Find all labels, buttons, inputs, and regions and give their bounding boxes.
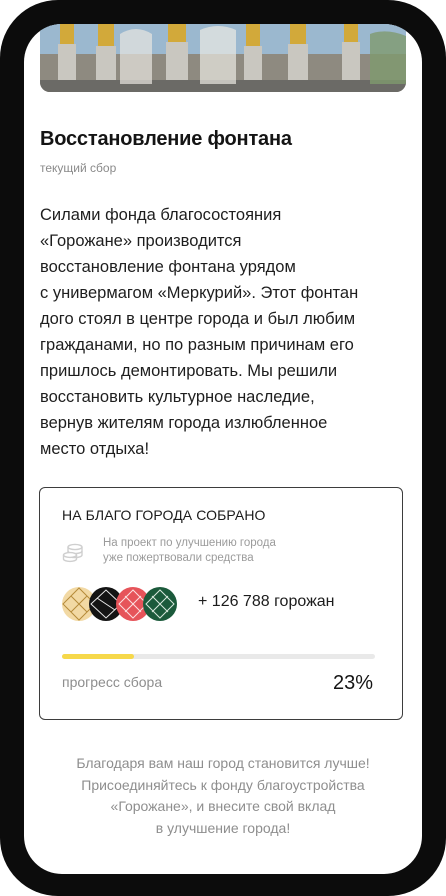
coins-icon bbox=[62, 542, 84, 569]
card-note-line: уже пожертвовали средства bbox=[103, 552, 254, 564]
campaign-description: Силами фонда благосостояния «Горожане» п… bbox=[40, 202, 402, 462]
description-line: восстановление фонтана урядом bbox=[40, 258, 296, 276]
avatar bbox=[143, 587, 177, 621]
footer-line: «Горожане», и внесите свой вклад bbox=[110, 798, 336, 814]
description-line: дого стоял в центре города и был любим bbox=[40, 310, 356, 328]
donors-count: + 126 788 горожан bbox=[198, 593, 335, 610]
progress-bar bbox=[62, 654, 375, 659]
description-line: вернув жителям города излюбленное bbox=[40, 414, 328, 432]
description-line: «Горожане» производится bbox=[40, 232, 242, 250]
fundraising-card: НА БЛАГО ГОРОДА СОБРАНО На проект по улу… bbox=[39, 487, 403, 720]
description-line: восстановить культурное наследие, bbox=[40, 388, 315, 406]
description-line: Силами фонда благосостояния bbox=[40, 206, 282, 224]
campaign-status: текущий сбор bbox=[40, 161, 117, 175]
footer-line: Присоединяйтесь к фонду благоустройства bbox=[81, 776, 365, 793]
footer-line: в улучшение города! bbox=[155, 819, 291, 836]
description-line: с универмагом «Меркурий». Этот фонтан bbox=[40, 284, 359, 302]
description-line: пришлось демонтировать. Мы решили bbox=[40, 362, 338, 380]
card-title: НА БЛАГО ГОРОДА СОБРАНО bbox=[62, 507, 266, 523]
progress-percent: 23% bbox=[332, 672, 373, 694]
progress-fill bbox=[62, 654, 134, 659]
card-note-line: На проект по улучшению города bbox=[103, 537, 276, 549]
footer-line: Благодаря вам наш город становится лучше… bbox=[76, 755, 370, 771]
screen: Восстановление фонтана текущий сбор Сила… bbox=[24, 24, 422, 874]
footer-message: Благодаря вам наш город становится лучше… bbox=[24, 753, 422, 839]
description-line: место отдыха! bbox=[40, 440, 150, 458]
fountain-image bbox=[40, 24, 406, 92]
phone-frame: Восстановление фонтана текущий сбор Сила… bbox=[0, 0, 446, 896]
card-note: На проект по улучшению города уже пожерт… bbox=[103, 536, 276, 566]
page-title: Восстановление фонтана bbox=[40, 128, 292, 150]
donor-avatars bbox=[61, 584, 181, 624]
description-line: гражданами, но по разным причинам его bbox=[40, 336, 354, 354]
progress-label: прогресс сбора bbox=[62, 674, 163, 690]
